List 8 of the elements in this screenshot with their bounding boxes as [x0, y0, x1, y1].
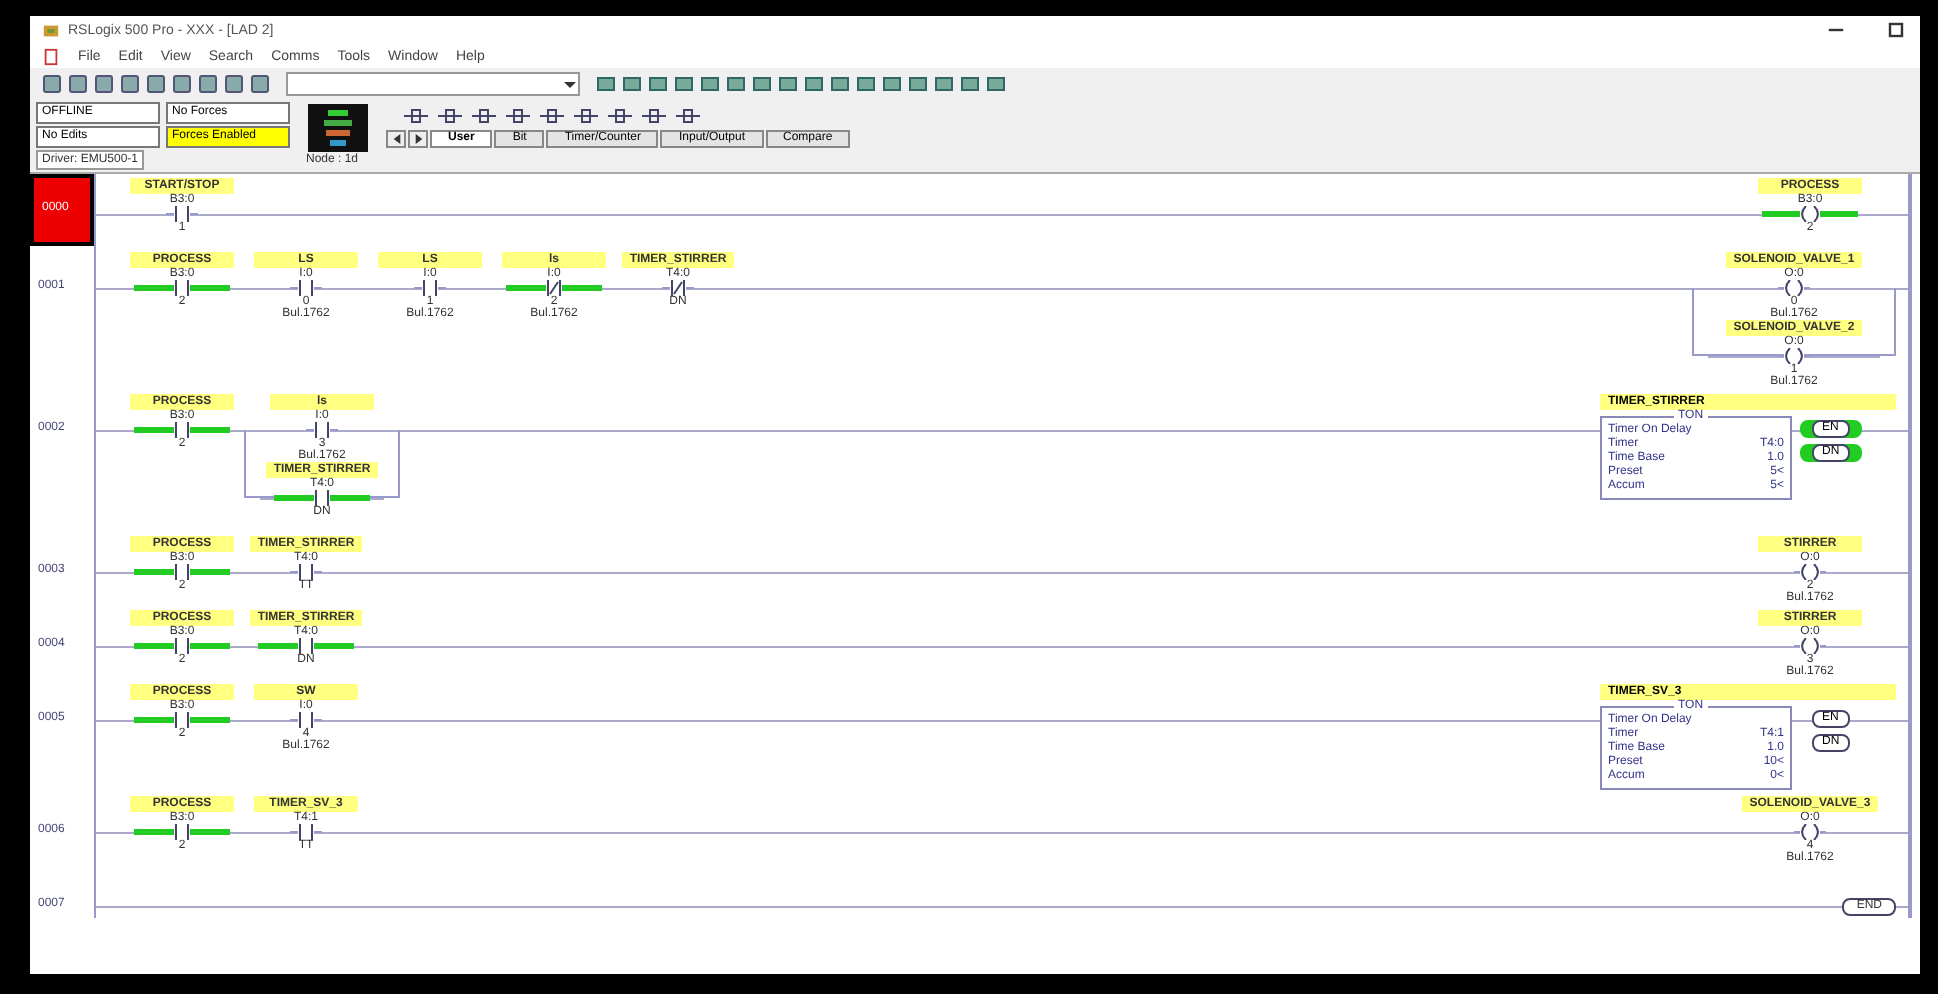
search-combo[interactable]: [286, 72, 580, 96]
scroll-right-button[interactable]: [408, 130, 428, 148]
scroll-left-button[interactable]: [386, 130, 406, 148]
dropdown-icon: [562, 76, 578, 92]
processor-icon: [302, 104, 374, 152]
app-icon: [42, 21, 60, 39]
maximize-icon[interactable]: [1884, 18, 1908, 42]
document-icon: [42, 47, 60, 65]
